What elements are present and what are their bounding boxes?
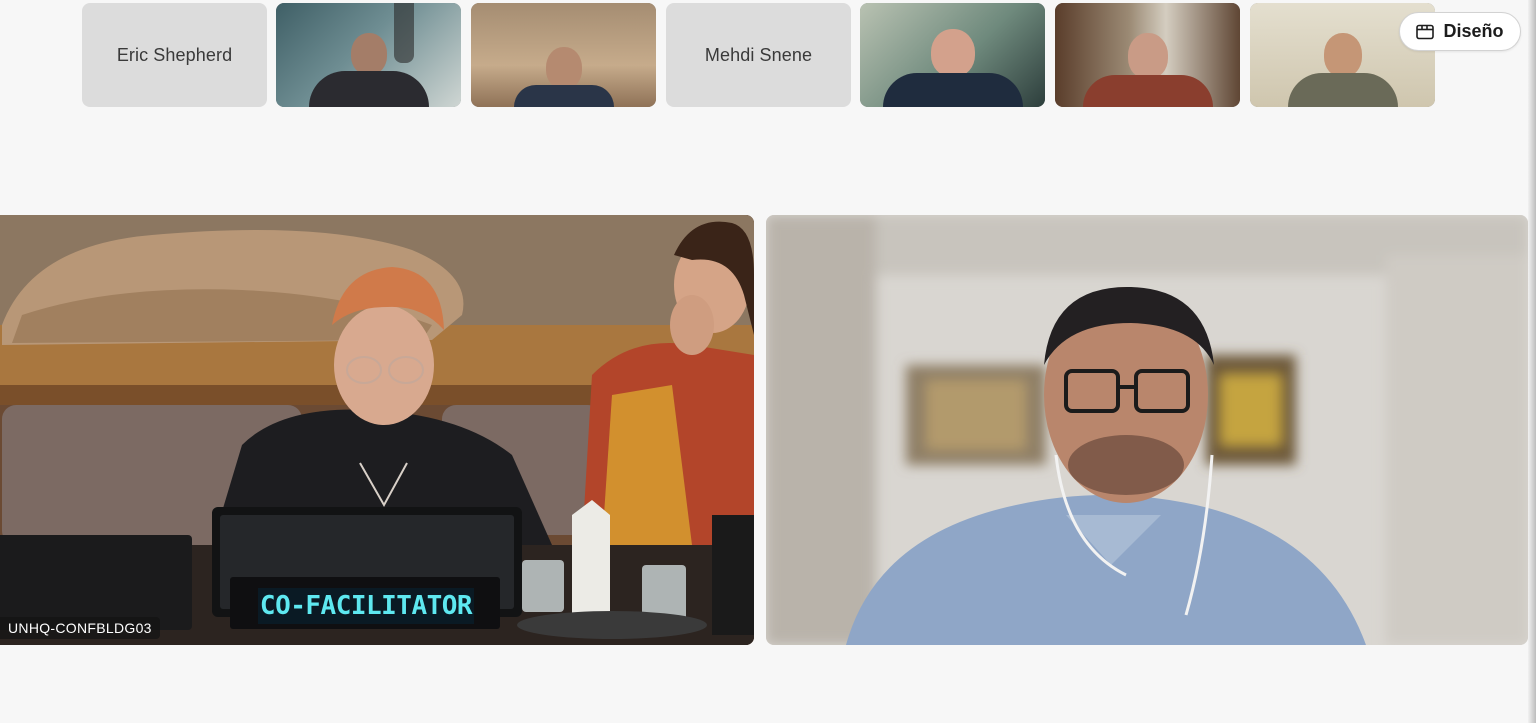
layout-button-label: Diseño bbox=[1443, 21, 1504, 41]
participant-video bbox=[1082, 33, 1213, 107]
participant-video bbox=[1287, 33, 1398, 107]
placard-text: CO-FACILITATOR bbox=[259, 591, 473, 621]
main-video-tile-unhq[interactable]: CO-FACILITATOR UNHQ-CONFBLDG03 bbox=[0, 215, 754, 645]
main-video-tile-speaker[interactable] bbox=[766, 215, 1528, 645]
placard-label: CO-FACILITATOR bbox=[258, 588, 474, 624]
participant-name: Eric Shepherd bbox=[116, 44, 233, 65]
participant-name-tag: UNHQ-CONFBLDG03 bbox=[0, 617, 160, 639]
layout-icon bbox=[1416, 24, 1435, 40]
participant-video bbox=[513, 47, 614, 107]
speaker-video bbox=[766, 215, 1528, 645]
participant-name: Mehdi Snene bbox=[704, 44, 813, 65]
conference-room-video bbox=[0, 215, 754, 645]
layout-button[interactable]: Diseño bbox=[1399, 12, 1521, 51]
participant-video bbox=[308, 33, 429, 107]
participant-tile-video-2[interactable] bbox=[471, 3, 656, 107]
participant-video bbox=[882, 29, 1023, 107]
participant-tile-video-3[interactable] bbox=[860, 3, 1045, 107]
window-edge-shadow bbox=[1528, 0, 1536, 723]
participant-tile-video-1[interactable] bbox=[276, 3, 461, 107]
participant-tile-eric-shepherd[interactable]: Eric Shepherd bbox=[82, 3, 267, 107]
meeting-stage: Eric Shepherd Mehdi Snene Diseño CO-FACI… bbox=[0, 0, 1536, 723]
participant-tile-mehdi-snene[interactable]: Mehdi Snene bbox=[666, 3, 851, 107]
participant-tile-video-4[interactable] bbox=[1055, 3, 1240, 107]
